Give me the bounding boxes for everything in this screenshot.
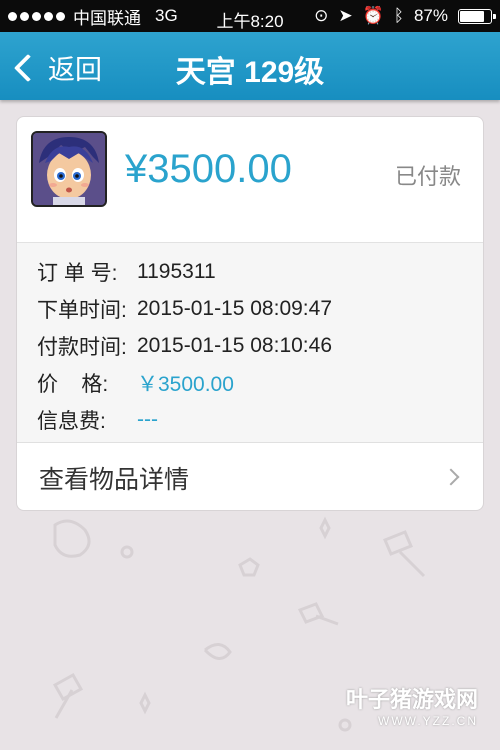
order-details: 订 单 号: 1195311 下单时间: 2015-01-15 08:09:47… <box>17 243 483 443</box>
price-label: 价 格: <box>37 372 109 396</box>
view-item-details-label: 查看物品详情 <box>39 466 190 494</box>
navigation-bar: 返回 天宫 129级 <box>0 32 500 100</box>
order-time-label: 下单时间: <box>37 298 127 322</box>
order-time-value: 2015-01-15 08:09:47 <box>137 296 332 320</box>
order-number-value: 1195311 <box>137 259 216 283</box>
status-bar: 中国联通 3G 上午8:20 ⊙ ➤ ⏰ ᛒ 87% <box>0 0 500 32</box>
price-row: 价 格: ￥3500.00 <box>17 364 483 401</box>
order-summary: ¥3500.00 已付款 <box>17 117 483 243</box>
fee-value: --- <box>137 407 158 431</box>
alarm-icon: ⏰ <box>362 6 384 25</box>
order-card: ¥3500.00 已付款 订 单 号: 1195311 下单时间: 2015-0… <box>16 116 484 511</box>
watermark-url: WWW.YZZ.CN <box>378 714 478 728</box>
price-value: ￥3500.00 <box>137 372 234 396</box>
chevron-right-icon <box>442 468 460 486</box>
order-number-row: 订 单 号: 1195311 <box>17 253 483 290</box>
watermark: 叶子猪游戏网 WWW.YZZ.CN <box>346 682 478 728</box>
status-badge: 已付款 <box>394 164 461 189</box>
character-avatar <box>31 131 107 207</box>
battery-percent: 87% <box>413 6 448 25</box>
order-number-label: 订 单 号: <box>37 261 118 285</box>
carrier-name: 中国联通 <box>73 8 141 28</box>
location-icon: ➤ <box>338 6 353 25</box>
payment-time-value: 2015-01-15 08:10:46 <box>137 333 332 357</box>
fee-label: 信息费: <box>37 409 106 433</box>
fee-row: 信息费: --- <box>17 401 483 438</box>
battery-icon <box>458 8 496 24</box>
bluetooth-icon: ᛒ <box>393 6 404 25</box>
payment-time-row: 付款时间: 2015-01-15 08:10:46 <box>17 327 483 364</box>
order-time-row: 下单时间: 2015-01-15 08:09:47 <box>17 290 483 327</box>
page-title: 天宫 129级 <box>175 56 325 89</box>
watermark-logo: 叶子猪游戏网 <box>345 687 478 712</box>
payment-time-label: 付款时间: <box>37 335 127 359</box>
rotation-lock-icon: ⊙ <box>314 6 329 25</box>
network-type: 3G <box>155 6 178 25</box>
signal-strength-icon <box>8 11 65 21</box>
order-amount: ¥3500.00 <box>125 147 292 191</box>
